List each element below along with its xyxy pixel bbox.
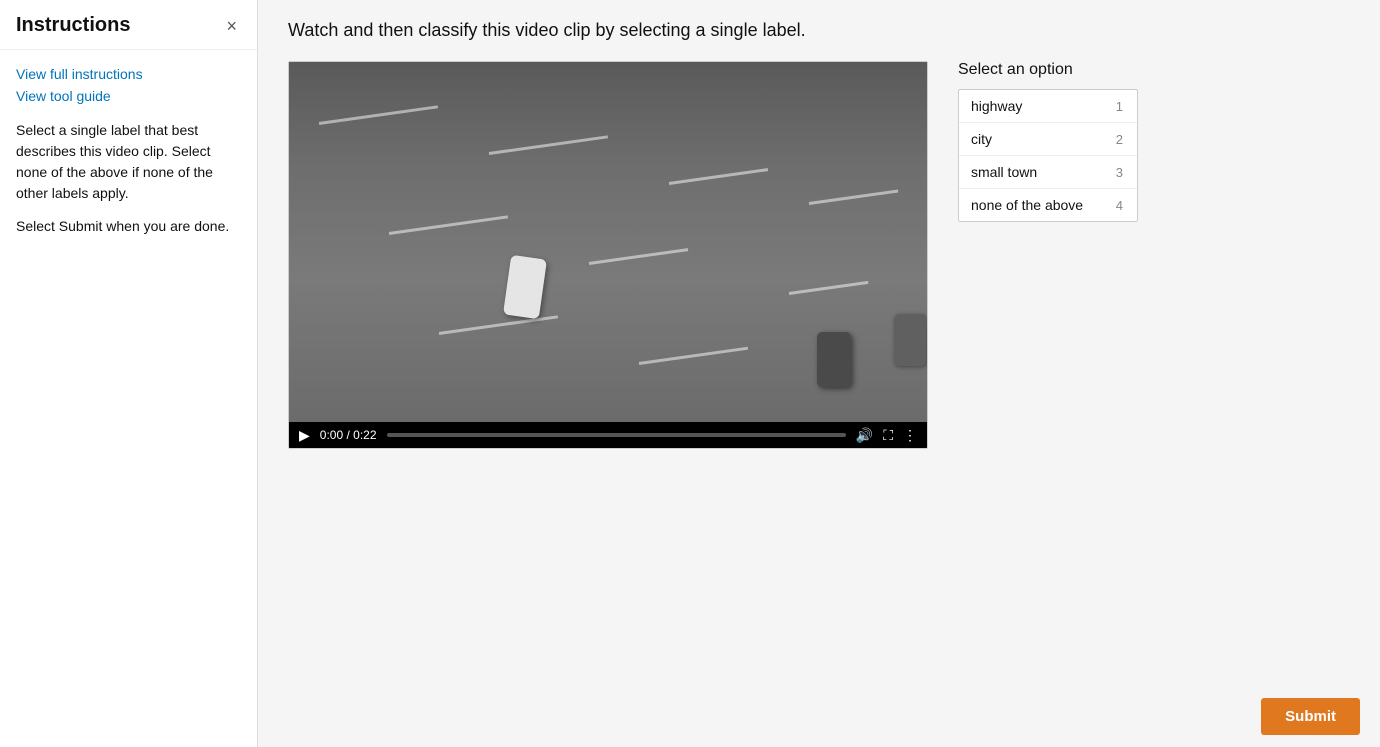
sidebar-header: Instructions × xyxy=(0,0,257,50)
option-item-city[interactable]: city 2 xyxy=(959,123,1137,156)
time-display: 0:00 / 0:22 xyxy=(320,428,377,442)
video-container: ▶ 0:00 / 0:22 🔊 ⛶ ⋮ xyxy=(288,61,928,449)
play-icon: ▶ xyxy=(299,427,310,443)
progress-bar[interactable] xyxy=(387,433,846,437)
option-number-1: 2 xyxy=(1116,132,1123,147)
close-button[interactable]: × xyxy=(222,15,241,37)
lane-line xyxy=(809,189,899,204)
more-options-button[interactable]: ⋮ xyxy=(903,428,917,442)
main-content: Watch and then classify this video clip … xyxy=(258,0,1380,747)
fullscreen-icon: ⛶ xyxy=(883,427,893,443)
fullscreen-button[interactable]: ⛶ xyxy=(883,428,893,442)
instruction-paragraph-1: Select a single label that best describe… xyxy=(16,120,241,204)
lane-line xyxy=(319,105,438,125)
instruction-paragraph-2: Select Submit when you are done. xyxy=(16,216,241,237)
lane-line xyxy=(669,168,768,185)
submit-area: Submit xyxy=(1241,686,1380,747)
options-list: highway 1 city 2 small town 3 none of the abov… xyxy=(958,89,1138,222)
video-frame[interactable] xyxy=(289,62,928,422)
option-item-small-town[interactable]: small town 3 xyxy=(959,156,1137,189)
option-item-none-of-the-above[interactable]: none of the above 4 xyxy=(959,189,1137,221)
view-tool-guide-link[interactable]: View tool guide xyxy=(16,88,241,104)
submit-button[interactable]: Submit xyxy=(1261,698,1360,735)
option-label-0: highway xyxy=(971,98,1096,114)
volume-button[interactable]: 🔊 xyxy=(856,428,873,442)
option-item-highway[interactable]: highway 1 xyxy=(959,90,1137,123)
car-3 xyxy=(894,314,926,366)
option-label-2: small town xyxy=(971,164,1096,180)
options-panel: Select an option highway 1 city 2 small town… xyxy=(958,61,1138,222)
video-and-options: ▶ 0:00 / 0:22 🔊 ⛶ ⋮ xyxy=(288,61,1350,449)
option-label-1: city xyxy=(971,131,1096,147)
view-full-instructions-link[interactable]: View full instructions xyxy=(16,66,241,82)
sidebar: Instructions × View full instructions Vi… xyxy=(0,0,258,747)
main-layout: Instructions × View full instructions Vi… xyxy=(0,0,1380,747)
lane-line xyxy=(439,315,558,335)
more-icon: ⋮ xyxy=(903,427,917,443)
car-2 xyxy=(817,332,851,387)
option-number-2: 3 xyxy=(1116,165,1123,180)
road-background xyxy=(289,62,928,422)
lane-line xyxy=(389,215,508,235)
option-number-0: 1 xyxy=(1116,99,1123,114)
options-title: Select an option xyxy=(958,61,1073,79)
lane-line xyxy=(639,347,748,365)
sidebar-title: Instructions xyxy=(16,14,130,37)
car-1 xyxy=(503,255,547,319)
lane-line xyxy=(789,281,869,295)
play-button[interactable]: ▶ xyxy=(299,428,310,442)
lane-line xyxy=(589,248,688,265)
sidebar-links: View full instructions View tool guide xyxy=(0,50,257,116)
sidebar-instructions: Select a single label that best describe… xyxy=(0,116,257,265)
main-question: Watch and then classify this video clip … xyxy=(288,20,1350,41)
option-number-3: 4 xyxy=(1116,198,1123,213)
lane-line xyxy=(489,135,608,155)
volume-icon: 🔊 xyxy=(856,427,873,443)
option-label-3: none of the above xyxy=(971,197,1096,213)
video-controls: ▶ 0:00 / 0:22 🔊 ⛶ ⋮ xyxy=(289,422,927,448)
